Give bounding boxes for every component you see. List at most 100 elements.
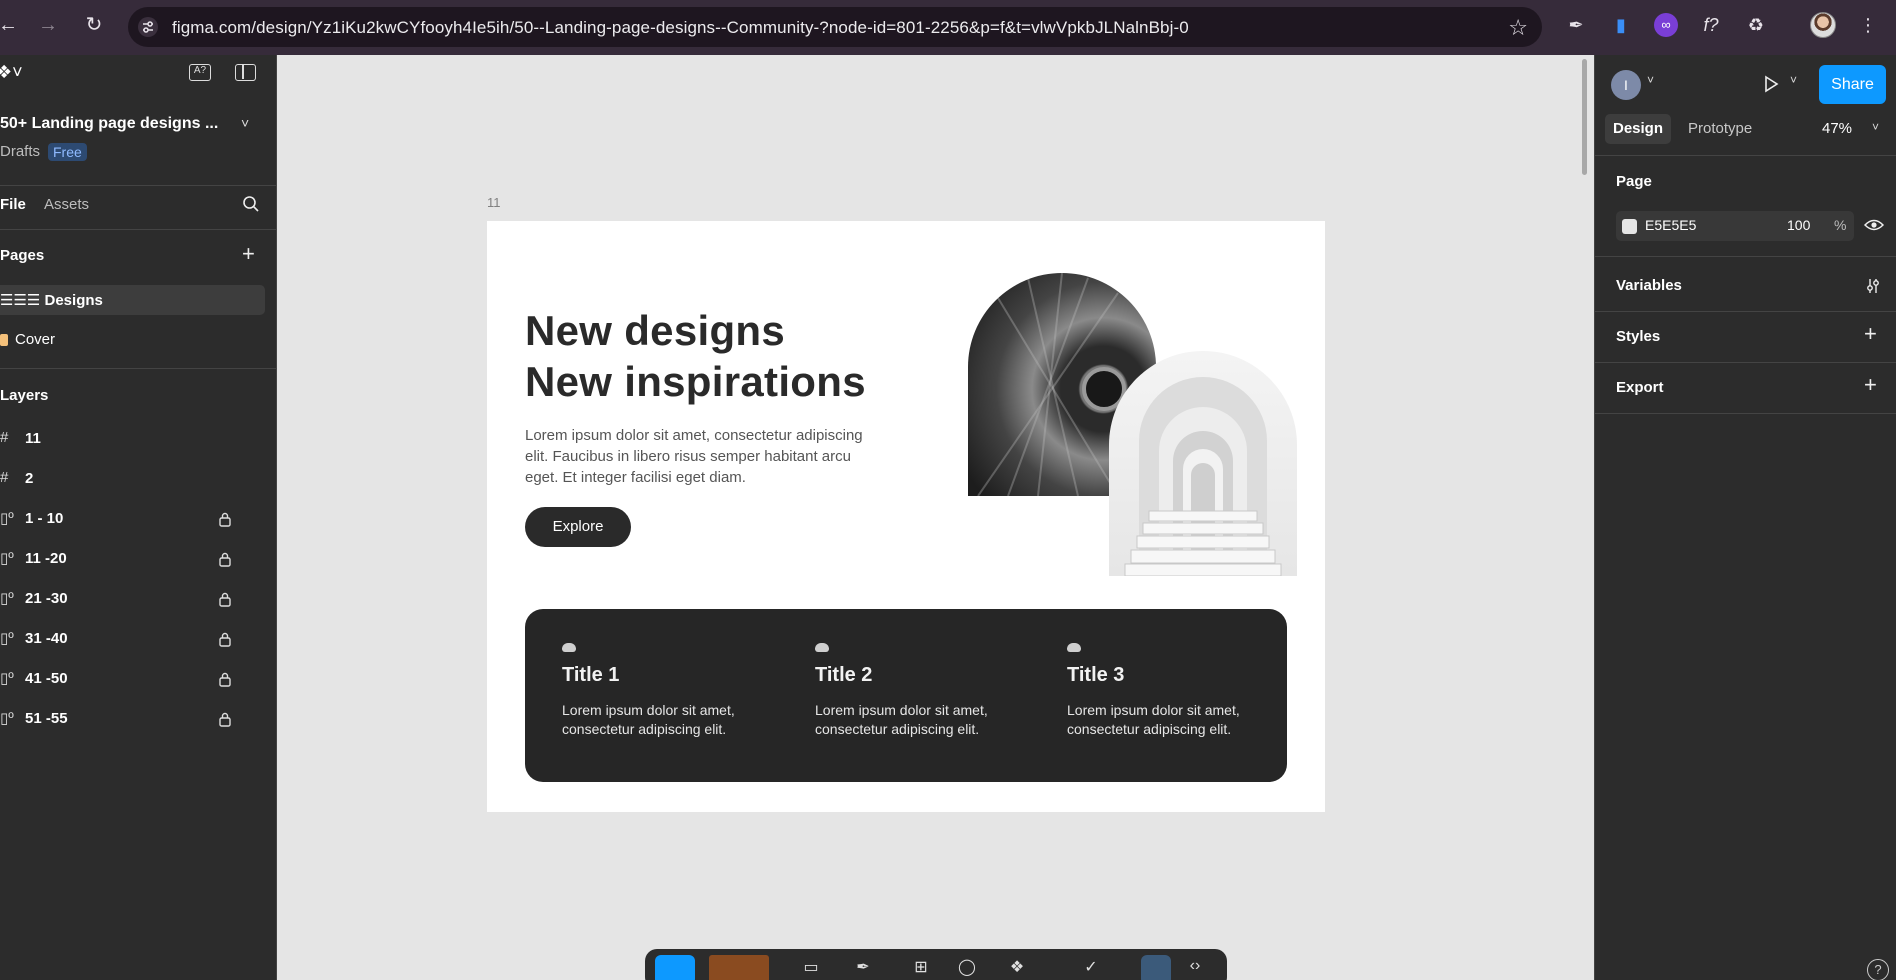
help-icon[interactable]: ? <box>1867 959 1889 980</box>
search-icon[interactable] <box>242 195 260 213</box>
color-swatch[interactable] <box>1622 219 1637 234</box>
site-settings-icon[interactable] <box>138 17 158 37</box>
layer-label: 51 -55 <box>25 710 68 727</box>
purple-extension-icon[interactable]: ∞ <box>1654 13 1678 37</box>
cloud-icon <box>1067 643 1081 652</box>
extensions-puzzle-icon[interactable]: ♻ <box>1744 13 1768 37</box>
section-icon: ▯º <box>0 630 14 647</box>
hero-heading-line: New designs <box>525 307 786 354</box>
file-menu-chevron-icon[interactable]: ˅ <box>241 115 249 131</box>
file-location[interactable]: Drafts <box>0 143 40 160</box>
code-mode-icon[interactable]: ‹› <box>1185 957 1205 977</box>
canvas-scrollbar[interactable] <box>1582 59 1587 175</box>
arch-image-art <box>1124 377 1282 576</box>
zoom-level[interactable]: 47% <box>1822 114 1852 144</box>
divider <box>1595 311 1896 312</box>
bookmark-star-icon[interactable]: ☆ <box>1508 15 1528 41</box>
export-heading[interactable]: Export <box>1616 379 1664 396</box>
frame-tool-button[interactable] <box>709 955 769 980</box>
url-text[interactable]: figma.com/design/Yz1iKu2kwCYfooyh4Ie5ih/… <box>172 18 1189 38</box>
hero-body-text[interactable]: Lorem ipsum dolor sit amet, consectetur … <box>525 425 865 488</box>
rectangle-tool-icon[interactable]: ▭ <box>801 957 821 977</box>
layer-item[interactable]: ▯º 21 -30 <box>0 586 250 614</box>
add-page-icon[interactable]: + <box>242 241 255 267</box>
page-heading: Page <box>1616 173 1652 190</box>
add-export-icon[interactable]: + <box>1864 372 1877 398</box>
section-icon: ▯º <box>0 590 14 607</box>
visibility-eye-icon[interactable] <box>1864 218 1884 232</box>
explore-button[interactable]: Explore <box>525 507 631 547</box>
file-title[interactable]: 50+ Landing page designs ... <box>0 115 218 133</box>
layer-item[interactable]: ▯º 11 -20 <box>0 546 250 574</box>
sidebar-toggle-icon[interactable] <box>235 64 256 81</box>
present-chevron-icon[interactable]: ˅ <box>1790 73 1797 87</box>
back-icon[interactable]: ← <box>0 13 20 37</box>
feature-item[interactable]: Title 1 Lorem ipsum dolor sit amet, cons… <box>562 643 782 739</box>
comment-tool-icon[interactable]: ◯ <box>957 957 977 977</box>
lock-icon[interactable] <box>218 711 232 727</box>
lock-icon[interactable] <box>218 591 232 607</box>
hero-heading[interactable]: New designs New inspirations <box>525 305 866 407</box>
feature-title: Title 3 <box>1067 664 1125 686</box>
pen-tool-icon[interactable]: ✒ <box>853 957 873 977</box>
layer-item[interactable]: # 2 <box>0 466 250 494</box>
landing-frame[interactable]: New designs New inspirations Lorem ipsum… <box>487 221 1325 812</box>
add-style-icon[interactable]: + <box>1864 321 1877 347</box>
page-opacity-value[interactable]: 100 <box>1787 217 1810 233</box>
layer-label: 11 -20 <box>25 550 67 567</box>
feature-text: Lorem ipsum dolor sit amet, consectetur … <box>562 702 735 737</box>
forward-icon[interactable]: → <box>36 13 60 37</box>
lock-icon[interactable] <box>218 551 232 567</box>
layer-item[interactable]: ▯º 1 - 10 <box>0 506 250 534</box>
design-canvas[interactable]: 11 New designs New inspirations Lorem ip… <box>277 55 1594 980</box>
page-item-cover[interactable]: Cover <box>0 325 265 355</box>
tab-file[interactable]: File <box>0 196 26 213</box>
layer-item[interactable]: ▯º 51 -55 <box>0 706 250 734</box>
tab-prototype[interactable]: Prototype <box>1688 114 1752 144</box>
share-button[interactable]: Share <box>1819 65 1886 104</box>
arched-corridor-image[interactable] <box>1109 351 1297 576</box>
font-extension-icon[interactable]: f? <box>1699 13 1723 37</box>
ai-actions-icon[interactable]: A? <box>189 64 211 81</box>
figma-menu-icon[interactable]: ❖˅ <box>0 62 23 83</box>
docs-extension-icon[interactable]: ▮ <box>1609 13 1633 37</box>
draw-mode-icon[interactable]: ✓ <box>1081 957 1101 977</box>
lock-icon[interactable] <box>218 511 232 527</box>
avatar-chevron-icon[interactable]: ˅ <box>1647 73 1654 87</box>
feature-item[interactable]: Title 2 Lorem ipsum dolor sit amet, cons… <box>815 643 1035 739</box>
section-icon: ▯º <box>0 550 14 567</box>
tab-assets[interactable]: Assets <box>44 196 89 213</box>
zoom-chevron-icon[interactable]: ˅ <box>1872 120 1879 134</box>
actions-tool-icon[interactable]: ❖ <box>1007 957 1027 977</box>
reload-icon[interactable]: ↻ <box>82 13 106 37</box>
address-bar[interactable]: figma.com/design/Yz1iKu2kwCYfooyh4Ie5ih/… <box>128 7 1542 47</box>
lock-icon[interactable] <box>218 671 232 687</box>
page-color-hex[interactable]: E5E5E5 <box>1645 217 1696 233</box>
page-background-field[interactable]: E5E5E5 100 % <box>1616 211 1854 241</box>
feature-title: Title 1 <box>562 664 620 686</box>
menu-kebab-icon[interactable]: ⋮ <box>1856 13 1880 37</box>
frame-name-label[interactable]: 11 <box>487 195 501 210</box>
layer-item[interactable]: ▯º 31 -40 <box>0 626 250 654</box>
move-tool-button[interactable] <box>655 955 695 980</box>
present-play-icon[interactable] <box>1763 75 1779 93</box>
features-card[interactable]: Title 1 Lorem ipsum dolor sit amet, cons… <box>525 609 1287 782</box>
dev-mode-button[interactable] <box>1141 955 1171 980</box>
profile-avatar[interactable] <box>1810 12 1836 38</box>
eyedropper-extension-icon[interactable]: ✒ <box>1564 13 1588 37</box>
hero-heading-line: New inspirations <box>525 358 866 405</box>
layer-label: 1 - 10 <box>25 510 64 527</box>
layer-item[interactable]: ▯º 41 -50 <box>0 666 250 694</box>
divider <box>1595 155 1896 156</box>
feature-item[interactable]: Title 3 Lorem ipsum dolor sit amet, cons… <box>1067 643 1287 739</box>
layer-item[interactable]: # 11 <box>0 426 250 454</box>
lock-icon[interactable] <box>218 631 232 647</box>
user-avatar[interactable]: I <box>1611 70 1641 100</box>
page-item-designs[interactable]: ☰☰☰ Designs <box>0 285 265 315</box>
styles-heading[interactable]: Styles <box>1616 328 1660 345</box>
variables-settings-icon[interactable] <box>1865 278 1881 294</box>
tab-design[interactable]: Design <box>1605 114 1672 144</box>
text-tool-icon[interactable]: ⊞ <box>911 957 931 977</box>
variables-heading[interactable]: Variables <box>1616 277 1682 294</box>
divider <box>0 368 277 369</box>
